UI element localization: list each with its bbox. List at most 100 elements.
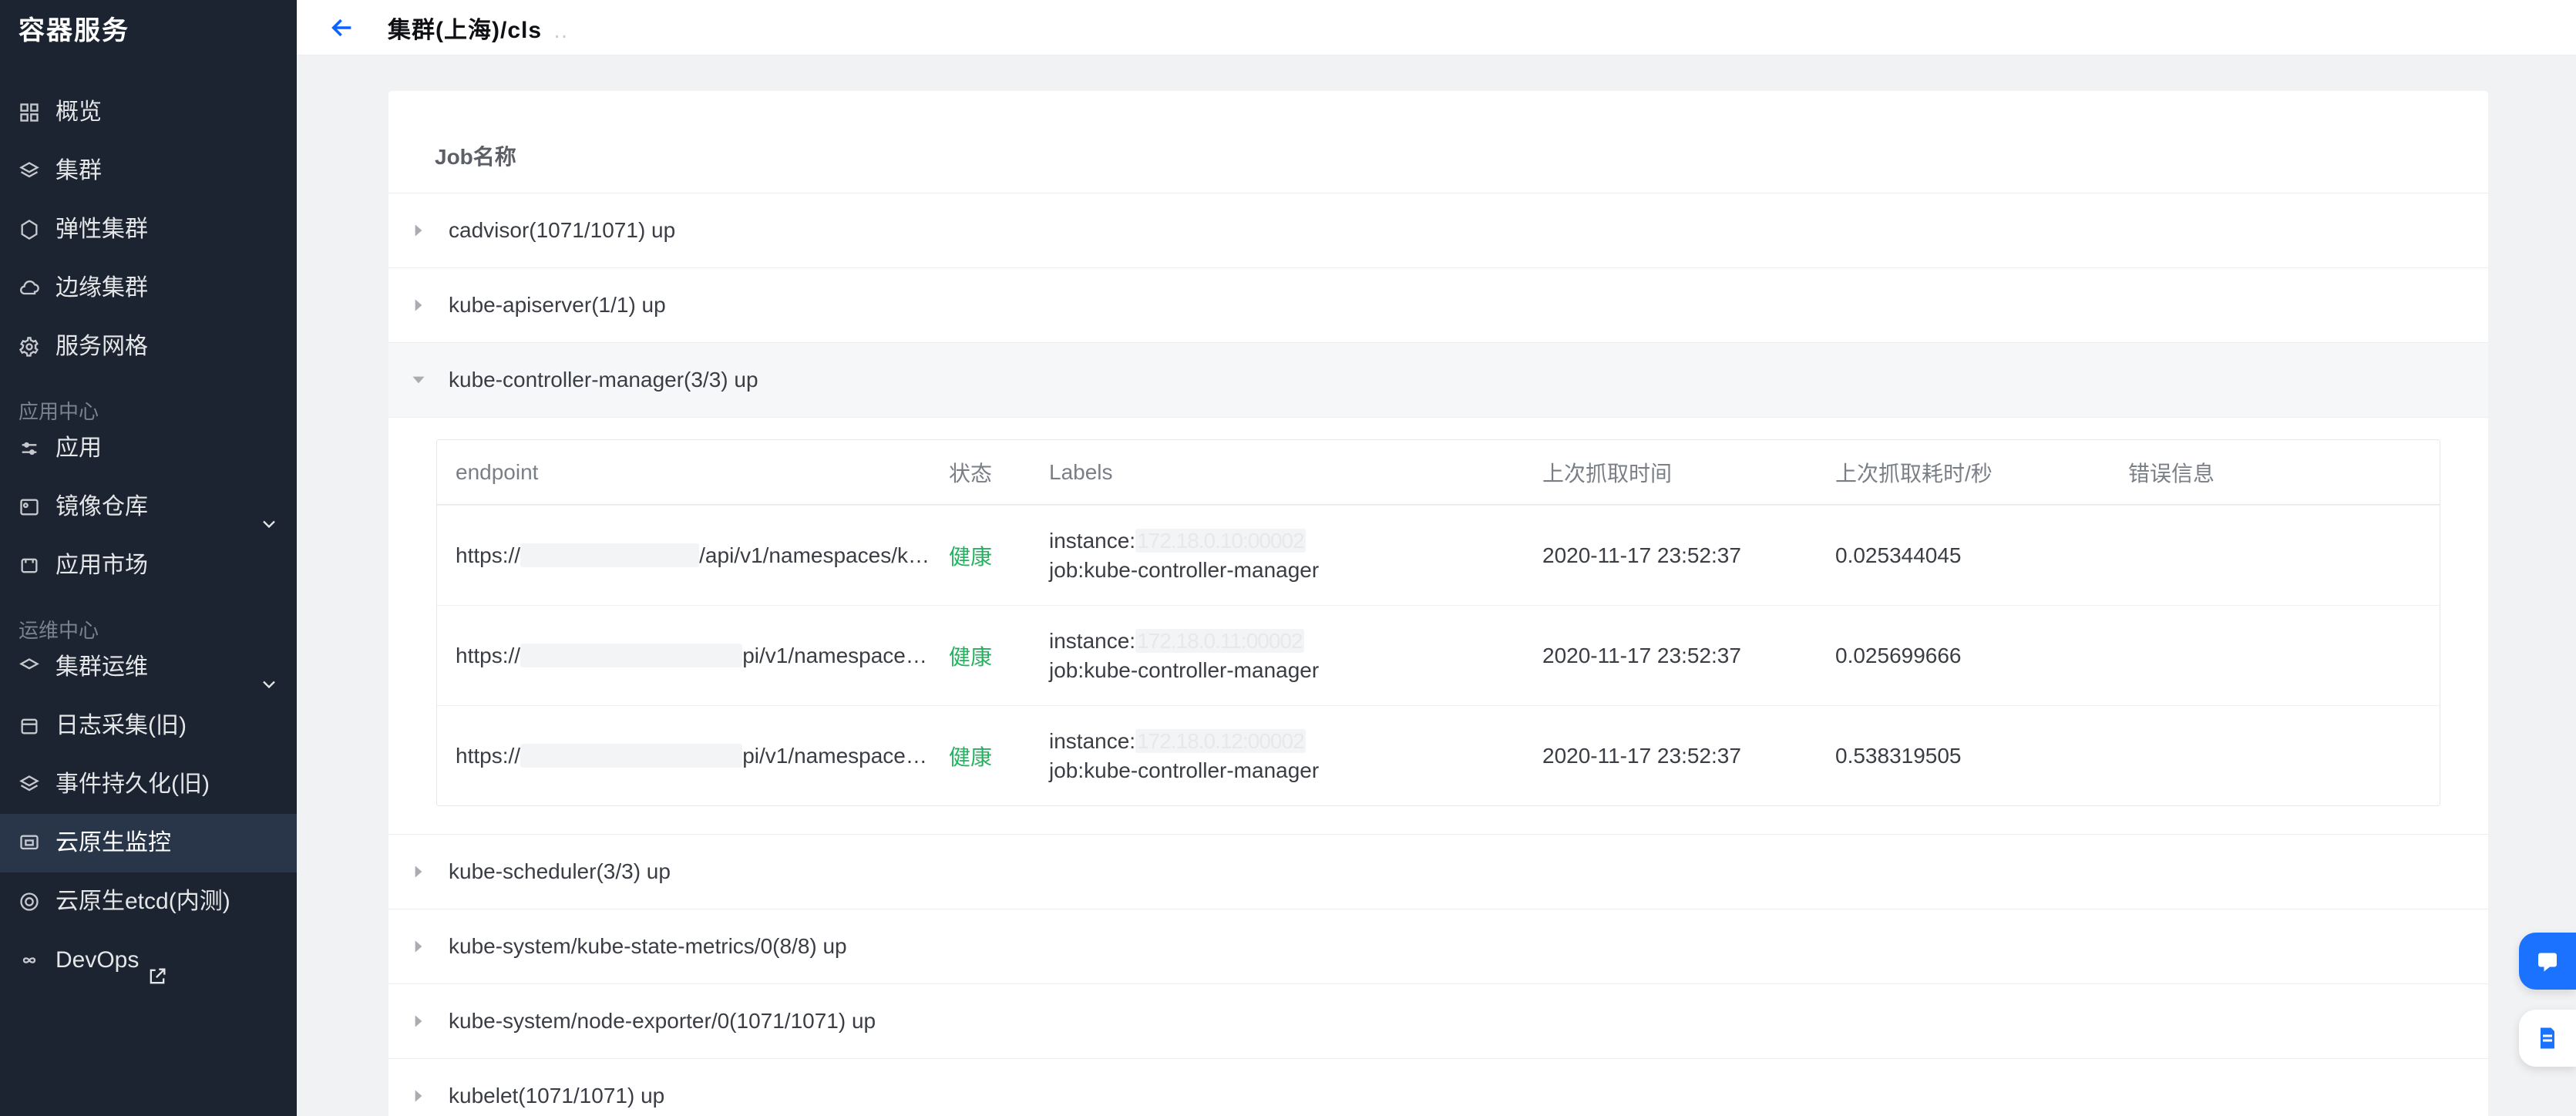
job-title: cadvisor(1071/1071) up	[449, 218, 675, 243]
job-row[interactable]: kube-system/node-exporter/0(1071/1071) u…	[388, 983, 2488, 1058]
external-link-icon	[146, 951, 165, 970]
caret-right-icon	[409, 295, 429, 315]
job-title: kube-controller-manager(3/3) up	[449, 368, 758, 392]
sidebar-item-cloud-native-monitor[interactable]: 云原生监控	[0, 814, 297, 872]
stack-icon	[18, 774, 40, 795]
th-labels: Labels	[1049, 460, 1542, 485]
sidebar-group-appcenter: 应用中心	[0, 376, 297, 419]
sidebar: 容器服务 概览 集群	[0, 0, 297, 1116]
caret-right-icon	[409, 220, 429, 240]
image-icon	[18, 496, 40, 518]
target-row: https://XXXXXXXXXXXXXXXpi/v1/namespaces/…	[437, 605, 2440, 705]
job-title: kubelet(1071/1071) up	[449, 1084, 664, 1108]
sidebar-item-devops[interactable]: DevOps	[0, 931, 297, 990]
redacted-text: 172.18.0.10:00002	[1135, 529, 1306, 553]
targets-table-header: endpoint 状态 Labels 上次抓取时间 上次抓取耗时/秒 错误信息	[437, 440, 2440, 505]
sidebar-item-edge-cluster[interactable]: 边缘集群	[0, 259, 297, 318]
cell-last-scrape: 2020-11-17 23:52:37	[1542, 644, 1835, 668]
sidebar-item-elastic-cluster[interactable]: 弹性集群	[0, 200, 297, 259]
sidebar-item-label: 应用	[55, 419, 102, 478]
cell-last-scrape: 2020-11-17 23:52:37	[1542, 543, 1835, 568]
sidebar-item-cluster[interactable]: 集群	[0, 142, 297, 200]
sidebar-item-cluster-ops[interactable]: 集群运维	[0, 638, 297, 697]
targets-table: endpoint 状态 Labels 上次抓取时间 上次抓取耗时/秒 错误信息 …	[436, 439, 2440, 806]
breadcrumb-masked: ..	[553, 18, 568, 43]
caret-right-icon	[409, 1011, 429, 1031]
doc-fab[interactable]	[2519, 1010, 2576, 1067]
gear-icon	[18, 336, 40, 358]
cell-last-scrape: 2020-11-17 23:52:37	[1542, 744, 1835, 768]
sidebar-item-app-market[interactable]: 应用市场	[0, 536, 297, 595]
th-scrape-cost: 上次抓取耗时/秒	[1835, 457, 2128, 488]
redacted-text: 172.18.0.12:00002	[1135, 729, 1306, 753]
cell-endpoint: https://XXXXXXXXXXXX/api/v1/namespaces/k…	[456, 543, 949, 568]
job-row[interactable]: cadvisor(1071/1071) up	[388, 193, 2488, 267]
hex-icon	[18, 219, 40, 240]
layers-icon	[18, 160, 40, 182]
monitor-icon	[18, 832, 40, 854]
sidebar-item-app[interactable]: 应用	[0, 419, 297, 478]
sidebar-item-label: 集群	[55, 142, 102, 200]
redacted-text: 172.18.0.11:00002	[1135, 629, 1303, 653]
th-endpoint: endpoint	[456, 460, 949, 485]
job-row[interactable]: kube-system/kube-state-metrics/0(8/8) up	[388, 909, 2488, 983]
cell-labels: instance:172.18.0.10:00002 job:kube-cont…	[1049, 526, 1542, 585]
sidebar-item-image-repo[interactable]: 镜像仓库	[0, 478, 297, 536]
sidebar-item-service-mesh[interactable]: 服务网格	[0, 318, 297, 376]
cell-scrape-cost: 0.025344045	[1835, 543, 2128, 568]
cloud-icon	[18, 277, 40, 299]
cell-status: 健康	[949, 640, 1049, 671]
product-title: 容器服务	[0, 0, 297, 62]
chevron-down-icon	[258, 659, 275, 676]
caret-right-icon	[409, 936, 429, 956]
target-row: https://XXXXXXXXXXXX/api/v1/namespaces/k…	[437, 505, 2440, 605]
sidebar-item-log-collect[interactable]: 日志采集(旧)	[0, 697, 297, 755]
job-title: kube-scheduler(3/3) up	[449, 859, 671, 884]
sidebar-item-label: 边缘集群	[55, 259, 148, 318]
job-title: kube-system/node-exporter/0(1071/1071) u…	[449, 1009, 876, 1034]
th-status: 状态	[949, 457, 1049, 488]
sidebar-item-label: 日志采集(旧)	[55, 697, 187, 755]
back-button[interactable]	[328, 13, 357, 42]
job-row-expanded[interactable]: kube-controller-manager(3/3) up	[388, 342, 2488, 417]
column-header-job-name: Job名称	[388, 91, 2488, 193]
job-title: kube-apiserver(1/1) up	[449, 293, 666, 318]
target-row: https://XXXXXXXXXXXXXXXpi/v1/namespaces/…	[437, 705, 2440, 805]
cell-scrape-cost: 0.025699666	[1835, 644, 2128, 668]
sidebar-item-label: 概览	[55, 83, 102, 142]
sidebar-item-label: DevOps	[55, 931, 139, 990]
redacted-text: XXXXXXXXXXXXXXX	[520, 744, 742, 768]
adjust-icon	[18, 438, 40, 459]
job-row[interactable]: kube-apiserver(1/1) up	[388, 267, 2488, 342]
caret-right-icon	[409, 1086, 429, 1106]
calendar-icon	[18, 715, 40, 737]
redacted-text: XXXXXXXXXXXX	[520, 543, 699, 567]
th-error: 错误信息	[2128, 457, 2421, 488]
job-title: kube-system/kube-state-metrics/0(8/8) up	[449, 934, 847, 959]
sidebar-item-event-persist[interactable]: 事件持久化(旧)	[0, 755, 297, 814]
job-row[interactable]: kubelet(1071/1071) up	[388, 1058, 2488, 1116]
sidebar-item-label: 云原生监控	[55, 814, 171, 872]
cell-endpoint: https://XXXXXXXXXXXXXXXpi/v1/namespaces/…	[456, 744, 949, 768]
cell-status: 健康	[949, 540, 1049, 571]
cell-labels: instance:172.18.0.12:00002 job:kube-cont…	[1049, 727, 1542, 785]
sidebar-item-label: 云原生etcd(内测)	[55, 872, 230, 931]
caret-right-icon	[409, 862, 429, 882]
cart-icon	[18, 555, 40, 576]
job-targets-details: endpoint 状态 Labels 上次抓取时间 上次抓取耗时/秒 错误信息 …	[388, 417, 2488, 834]
sidebar-item-label: 弹性集群	[55, 200, 148, 259]
sidebar-menu: 概览 集群 弹性集群 边缘集群	[0, 62, 297, 990]
cell-status: 健康	[949, 741, 1049, 771]
sidebar-item-etcd[interactable]: 云原生etcd(内测)	[0, 872, 297, 931]
th-last-scrape: 上次抓取时间	[1542, 457, 1835, 488]
sidebar-item-label: 应用市场	[55, 536, 148, 595]
grid-icon	[18, 102, 40, 123]
job-row[interactable]: kube-scheduler(3/3) up	[388, 834, 2488, 909]
chat-fab[interactable]	[2519, 933, 2576, 990]
sidebar-item-label: 事件持久化(旧)	[55, 755, 210, 814]
sidebar-group-ops: 运维中心	[0, 595, 297, 638]
sidebar-item-overview[interactable]: 概览	[0, 83, 297, 142]
chevron-down-icon	[258, 499, 275, 516]
redacted-text: XXXXXXXXXXXXXXX	[520, 644, 742, 667]
breadcrumb: 集群(上海)/cls ..	[388, 11, 568, 45]
